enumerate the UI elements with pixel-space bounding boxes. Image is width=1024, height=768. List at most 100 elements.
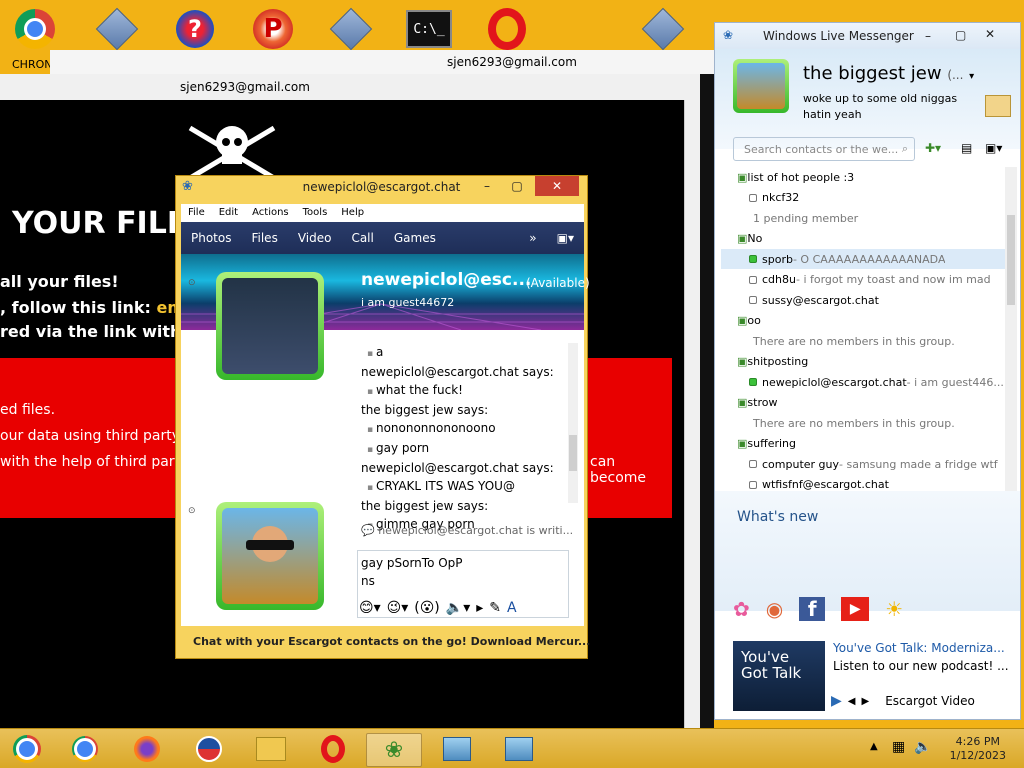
contact-item[interactable]: sussy@escargot.chat [749,290,1005,310]
contact-item[interactable]: sporb - O CAAAAAAAAAAAANADA [721,249,1005,269]
profile-display-name[interactable]: the biggest jew (... ▾ [803,63,974,84]
sun-icon[interactable]: ☀ [885,597,903,621]
background-window-titlebar[interactable]: sjen6293@gmail.com [50,50,714,75]
handwriting-icon[interactable]: ✎ [489,600,501,616]
inbox-icon[interactable] [985,95,1011,117]
video-button[interactable]: Video [288,231,342,245]
previous-icon[interactable]: ◀ [848,696,856,707]
msn-butterfly-icon[interactable]: ✿ [733,597,750,621]
footer-ad[interactable]: Chat with your Escargot contacts on the … [181,632,596,650]
clock[interactable]: 4:26 PM 1/12/2023 [950,735,1006,763]
youtube-icon[interactable]: ▶ [841,597,870,621]
whats-new-panel: What's new [715,491,1020,611]
profile-personal-message[interactable]: woke up to some old niggas hatin yeah [803,91,983,123]
opera-desktop-icon[interactable] [484,6,530,52]
next-icon[interactable]: ▶ [861,696,869,707]
taskbar-firefox-icon[interactable] [120,733,174,765]
menu-help[interactable]: Help [334,204,371,222]
emoticon-icon[interactable]: 😊▾ [359,600,381,616]
messenger-titlebar[interactable]: ❀ Windows Live Messenger – ▢ ✕ [715,23,1020,49]
contact-avatar[interactable] [216,272,324,380]
maximize-button[interactable]: ▢ [503,176,531,196]
more-arrow-icon[interactable]: ▸ [476,600,483,616]
taskbar-explorer-icon[interactable] [244,733,298,765]
close-button[interactable]: ✕ [985,27,995,41]
contact-item[interactable]: nkcf32 [749,188,1005,208]
chrome-desktop-icon[interactable] [12,6,58,52]
taskbar-obama-icon[interactable] [182,733,236,765]
search-contacts-input[interactable]: Search contacts or the we... ⌕ [733,137,915,161]
contact-group[interactable]: ▣ suffering [737,434,1005,454]
contact-group[interactable]: ▣ list of hot people :3 [737,167,1005,187]
games-button[interactable]: Games [384,231,446,245]
p-app-desktop-icon[interactable]: P [250,6,296,52]
escargot-icon[interactable]: ◉ [766,597,783,621]
messenger-title: Windows Live Messenger [763,29,914,43]
cmd-desktop-icon[interactable]: C:\_ [406,6,452,52]
wink-icon[interactable]: 😉▾ [387,600,409,616]
taskbar-messenger-icon[interactable]: ❀ [366,733,422,767]
close-button[interactable]: ✕ [535,176,579,196]
whats-new-heading[interactable]: What's new [737,509,818,525]
minimize-button[interactable]: – [473,176,501,196]
taskbar-chrome-icon[interactable] [58,733,112,765]
menu-file[interactable]: File [181,204,212,222]
contact-name: wtfisfnf@escargot.chat [762,478,889,491]
browser-scrollbar[interactable] [684,100,701,728]
start-button[interactable] [0,733,54,765]
contact-list-scrollbar-thumb[interactable] [1007,215,1015,305]
messenger-window[interactable]: ❀ Windows Live Messenger – ▢ ✕ the bigge… [714,22,1021,720]
app-desktop-icon[interactable] [94,6,140,52]
photos-button[interactable]: Photos [181,231,241,245]
files-button[interactable]: Files [241,231,287,245]
options-icon[interactable]: ▣▾ [985,141,1002,155]
menu-edit[interactable]: Edit [212,204,245,222]
contact-group[interactable]: ▣ No [737,229,1005,249]
font-icon[interactable]: A [507,600,517,616]
add-contact-icon[interactable]: ✚▾ [925,141,941,155]
contact-name: nkcf32 [762,191,800,204]
clock-date: 1/12/2023 [949,749,1006,762]
contact-item[interactable]: wtfisfnf@escargot.chat [749,475,1005,491]
contact-list-scrollbar[interactable] [1005,167,1017,491]
app-desktop-icon-2[interactable] [328,6,374,52]
contact-item[interactable]: computer guy - samsung made a fridge wtf [749,454,1005,474]
profile-avatar[interactable] [733,59,789,113]
menu-actions[interactable]: Actions [245,204,296,222]
maximize-button[interactable]: ▢ [955,28,966,42]
conversation-titlebar[interactable]: ❀ newepiclol@escargot.chat – ▢ ✕ [176,176,587,198]
collapse-arrow-icon[interactable]: ⊙ [188,278,196,288]
chat-scrollbar-thumb[interactable] [569,435,577,471]
chat-scrollbar[interactable] [568,343,578,503]
play-icon[interactable]: ▶ [831,693,842,709]
taskbar-app-icon-2[interactable] [492,733,546,765]
contact-item[interactable]: newepiclol@escargot.chat - i am guest446… [749,372,1005,392]
ad-thumbnail[interactable]: You've Got Talk [733,641,825,711]
contact-group[interactable]: ▣ oo [737,311,1005,331]
q-app-desktop-icon[interactable]: ? [172,6,218,52]
minimize-button[interactable]: – [925,29,931,43]
tray-expand-icon[interactable]: ▲ [870,741,878,752]
taskbar-app-icon[interactable] [430,733,484,765]
call-button[interactable]: Call [341,231,383,245]
ad-title[interactable]: You've Got Talk: Moderniza... [833,641,1005,655]
options-menu-icon[interactable]: ▣▾ [547,231,584,245]
nudge-icon[interactable]: (😮) [414,600,440,616]
contact-group[interactable]: ▣ strow [737,393,1005,413]
voice-clip-icon[interactable]: 🔈▾ [446,600,470,616]
conversation-window[interactable]: ❀ newepiclol@escargot.chat – ▢ ✕ File Ed… [175,175,590,659]
contact-group[interactable]: ▣ shitposting [737,352,1005,372]
menu-tools[interactable]: Tools [296,204,335,222]
change-layout-icon[interactable]: ▤ [961,141,972,155]
volume-icon[interactable]: 🔈 [914,739,931,755]
browser-window-titlebar[interactable]: sjen6293@gmail.com [0,74,700,101]
taskbar-opera-icon[interactable] [306,733,360,765]
group-icon: ▣ [737,355,748,368]
user-avatar[interactable] [216,502,324,610]
app-desktop-icon-3[interactable] [640,6,686,52]
contact-item[interactable]: cdh8u - i forgot my toast and now im mad [749,270,1005,290]
collapse-arrow-icon-2[interactable]: ⊙ [188,506,196,516]
network-icon[interactable]: ▦ [892,739,905,755]
more-chevron-icon[interactable]: » [519,231,546,245]
facebook-icon[interactable]: f [799,597,826,621]
